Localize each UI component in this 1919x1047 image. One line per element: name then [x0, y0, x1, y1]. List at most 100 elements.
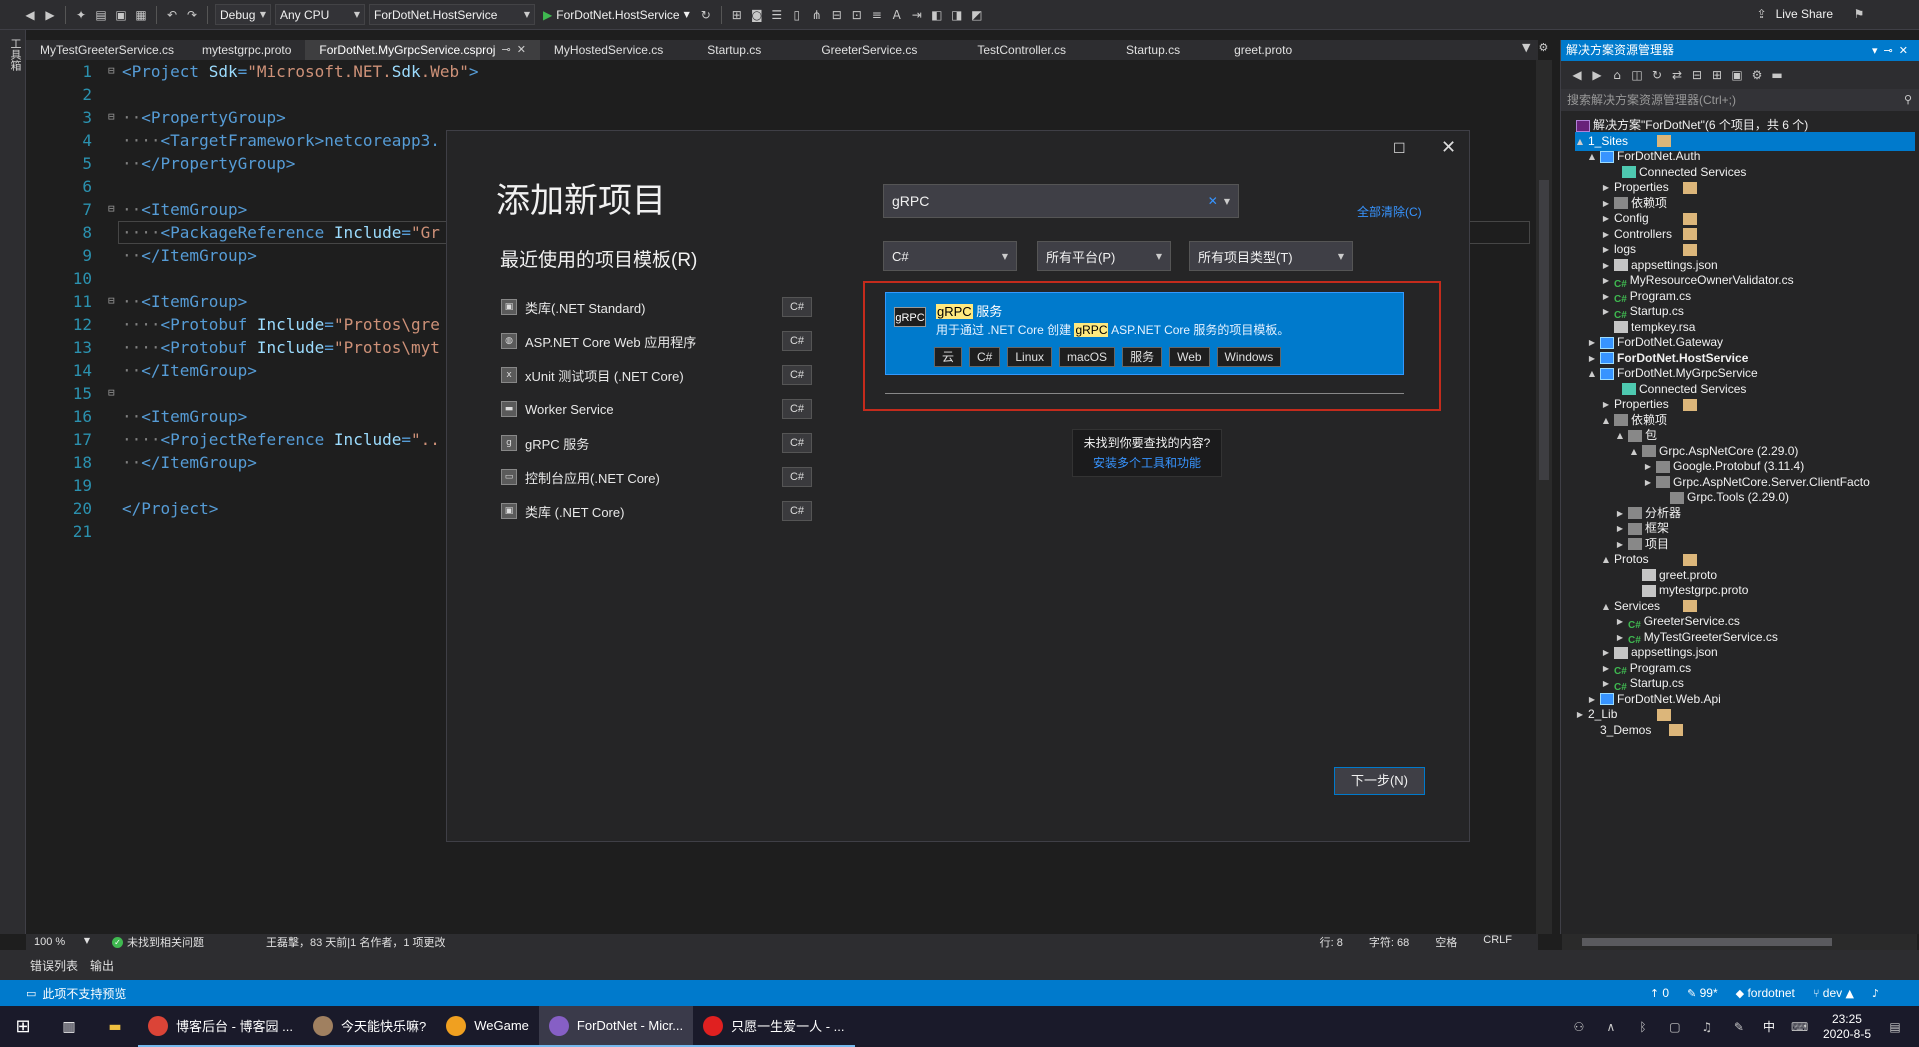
keyboard-icon[interactable]: ⌨: [1791, 1019, 1808, 1035]
changes-indicator[interactable]: ✎ 99*: [1687, 986, 1718, 1000]
editor-vertical-scrollbar[interactable]: [1536, 60, 1552, 934]
fold-marker[interactable]: ⊟: [108, 386, 115, 399]
scrollbar-thumb[interactable]: [1582, 938, 1832, 946]
open-folder-icon[interactable]: ▤: [93, 7, 109, 23]
issues-indicator[interactable]: ✓ 未找到相关问题: [112, 934, 204, 950]
taskbar-app-wegame[interactable]: WeGame: [436, 1006, 539, 1047]
template-search-input[interactable]: gRPC ✕ ▼: [883, 184, 1239, 218]
sync-icon[interactable]: ⇄: [1669, 67, 1685, 83]
solution-horizontal-scrollbar[interactable]: [1562, 934, 1917, 950]
comment-icon[interactable]: ⊡: [849, 7, 865, 23]
collapse-all-icon[interactable]: ⊟: [1689, 67, 1705, 83]
document-icon[interactable]: ▯: [789, 7, 805, 23]
clock[interactable]: 23:25 2020-8-5: [1823, 1012, 1871, 1042]
expand-arrow-icon[interactable]: ▲: [1601, 411, 1611, 430]
taskbar-app-netease-music[interactable]: 只愿一生爱一人 - ...: [693, 1006, 855, 1047]
tab-greet-proto[interactable]: greet.proto: [1210, 40, 1316, 60]
platform-filter[interactable]: 所有平台(P) ▼: [1037, 241, 1171, 271]
bookmark-prev-icon[interactable]: ◨: [949, 7, 965, 23]
feedback-icon[interactable]: ⚑: [1851, 6, 1867, 22]
scrollbar-thumb[interactable]: [1539, 180, 1549, 480]
taskbar-app-visual-studio[interactable]: ForDotNet - Micr...: [538, 1006, 694, 1047]
network-icon[interactable]: ▢: [1667, 1019, 1683, 1035]
forward-icon[interactable]: ▶: [1589, 67, 1605, 83]
text-icon[interactable]: A: [889, 7, 905, 23]
expand-arrow-icon[interactable]: ▲: [1587, 364, 1597, 383]
project-type-filter[interactable]: 所有项目类型(T) ▼: [1189, 241, 1353, 271]
expand-arrow-icon[interactable]: ▲: [1601, 550, 1611, 569]
task-view-icon[interactable]: ▥: [46, 1019, 92, 1035]
tab-greeterservice[interactable]: GreeterService.cs: [791, 40, 947, 60]
clear-search-icon[interactable]: ✕: [1208, 194, 1218, 208]
file-explorer-icon[interactable]: ▬: [92, 1019, 138, 1035]
whitespace-indicator[interactable]: 空格: [1435, 934, 1457, 950]
recent-template-item[interactable]: ▣ 类库 (.NET Core) C#: [501, 500, 812, 522]
tab-output[interactable]: 输出: [90, 957, 114, 974]
fold-marker[interactable]: ⊟: [108, 110, 115, 123]
tab-error-list[interactable]: 错误列表: [30, 957, 78, 974]
expand-arrow-icon[interactable]: ▲: [1615, 426, 1625, 445]
live-share-button[interactable]: ⇪ Live Share ⚑: [1754, 6, 1867, 22]
hierarchy-icon[interactable]: ⋔: [809, 7, 825, 23]
back-icon[interactable]: ◀: [1569, 67, 1585, 83]
people-icon[interactable]: ⚇: [1571, 1019, 1587, 1035]
save-all-icon[interactable]: ▦: [133, 7, 149, 23]
bookmark-next-icon[interactable]: ◩: [969, 7, 985, 23]
chevron-up-icon[interactable]: ∧: [1603, 1019, 1619, 1035]
tree-node[interactable]: 3_Demos: [1587, 721, 1683, 740]
platform-dropdown[interactable]: Any CPU ▼: [275, 4, 365, 25]
fold-marker[interactable]: ⊟: [108, 64, 115, 77]
recent-template-item[interactable]: ▣ 类库(.NET Standard) C#: [501, 296, 812, 318]
bluetooth-icon[interactable]: ᛒ: [1635, 1019, 1651, 1035]
show-all-files-icon[interactable]: ⊞: [1709, 67, 1725, 83]
redo-icon[interactable]: ↷: [184, 7, 200, 23]
expand-arrow-icon[interactable]: ▲: [1601, 597, 1611, 616]
expand-arrow-icon[interactable]: ▲: [1587, 147, 1597, 166]
pending-changes-icon[interactable]: ↻: [1649, 67, 1665, 83]
tab-mygrpcservice-csproj[interactable]: ForDotNet.MyGrpcService.csproj ⊸ ✕: [305, 40, 540, 60]
language-filter[interactable]: C# ▼: [883, 241, 1017, 271]
refresh-icon[interactable]: ↻: [698, 7, 714, 23]
expand-arrow-icon[interactable]: ▲: [1629, 442, 1639, 461]
eol-indicator[interactable]: CRLF: [1483, 934, 1512, 950]
tab-overflow[interactable]: ▼ ⚙: [1522, 41, 1548, 54]
volume-icon[interactable]: ♫: [1699, 1019, 1715, 1035]
forward-icon[interactable]: ▶: [42, 7, 58, 23]
search-history-dropdown-icon[interactable]: ▼: [1224, 197, 1230, 206]
recent-template-item[interactable]: ▬ Worker Service C#: [501, 398, 812, 420]
screenshot-icon[interactable]: ◙: [749, 7, 765, 23]
undo-icon[interactable]: ↶: [164, 7, 180, 23]
expand-arrow-icon[interactable]: ▶: [1643, 473, 1653, 492]
action-center-icon[interactable]: ▤: [1887, 1019, 1903, 1035]
branch-indicator[interactable]: ⑂ dev ▲: [1813, 986, 1854, 1000]
taskbar-app-chrome[interactable]: 博客后台 - 博客园 ...: [138, 1006, 304, 1047]
run-button[interactable]: ▶ ForDotNet.HostService ▼: [539, 8, 694, 22]
windows-start-icon[interactable]: ⊞: [0, 1006, 46, 1047]
expand-arrow-icon[interactable]: ▲: [1575, 132, 1585, 151]
template-result-grpc[interactable]: gRPC gRPC 服务 用于通过 .NET Core 创建 gRPC ASP.…: [885, 292, 1404, 375]
toolbox-strip[interactable]: 工具箱: [0, 30, 26, 934]
zoom-dropdown[interactable]: 100 % ▼: [26, 936, 96, 948]
indent-icon[interactable]: ⇥: [909, 7, 925, 23]
repo-indicator[interactable]: ◆ fordotnet: [1736, 986, 1795, 1000]
fold-marker[interactable]: ⊟: [108, 294, 115, 307]
fold-marker[interactable]: ⊟: [108, 202, 115, 215]
tab-testcontroller[interactable]: TestController.cs: [947, 40, 1096, 60]
settings-icon[interactable]: ⚙: [1538, 41, 1548, 54]
tab-mytestgrpc-proto[interactable]: mytestgrpc.proto: [188, 40, 305, 60]
install-tools-link[interactable]: 安装多个工具和功能: [1073, 454, 1221, 471]
pen-icon[interactable]: ✎: [1731, 1019, 1747, 1035]
preview-icon[interactable]: ▣: [1729, 67, 1745, 83]
taskbar-app-music-player[interactable]: 今天能快乐嘛?: [303, 1006, 437, 1047]
minimize-icon[interactable]: ▬: [1769, 67, 1785, 83]
next-button[interactable]: 下一步(N): [1334, 767, 1425, 795]
tab-startup[interactable]: Startup.cs: [677, 40, 791, 60]
config-dropdown[interactable]: Debug ▼: [215, 4, 271, 25]
close-icon[interactable]: ✕: [517, 40, 526, 60]
new-project-icon[interactable]: ✦: [73, 7, 89, 23]
recent-template-item[interactable]: ◍ ASP.NET Core Web 应用程序 C#: [501, 330, 812, 352]
browser-link-icon[interactable]: ⊞: [729, 7, 745, 23]
switch-view-icon[interactable]: ◫: [1629, 67, 1645, 83]
properties-icon[interactable]: ⚙: [1749, 67, 1765, 83]
grid-icon[interactable]: ⊟: [829, 7, 845, 23]
